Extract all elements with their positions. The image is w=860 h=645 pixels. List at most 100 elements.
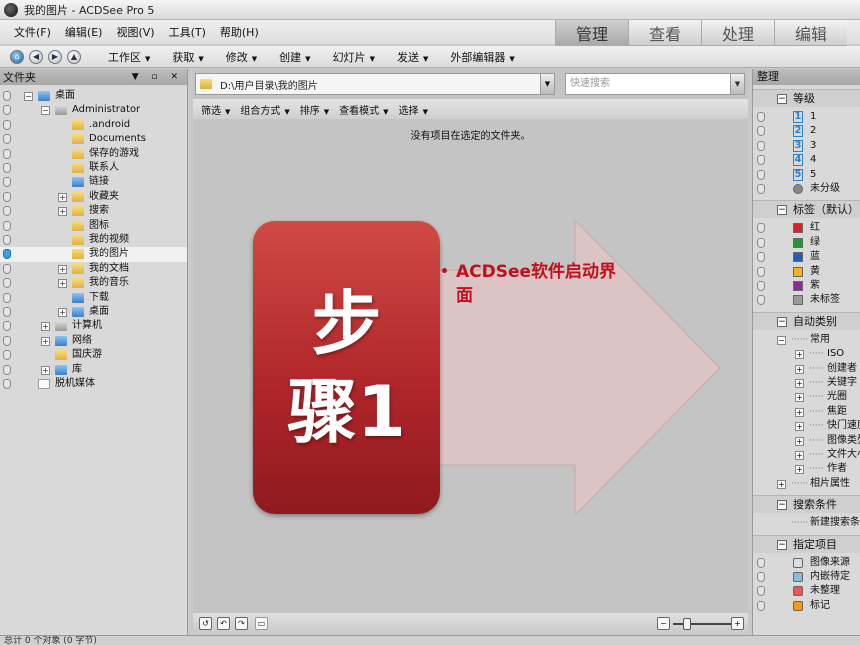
pin-icon[interactable] [3, 235, 11, 245]
folder-tree-row[interactable]: + 搜索 [0, 204, 187, 218]
pin-icon[interactable] [3, 105, 11, 116]
expand-icon[interactable]: + [795, 451, 804, 460]
toolbar-slideshow[interactable]: 幻灯片 ▼ [333, 49, 375, 65]
zoom-out-icon[interactable]: − [657, 617, 670, 630]
collapse-icon[interactable]: − [777, 94, 787, 104]
menu-help[interactable]: 帮助(H) [220, 24, 259, 40]
filter-button[interactable]: 筛选 ▼ [201, 102, 230, 117]
view-mode-button[interactable]: 查看模式 ▼ [339, 102, 388, 117]
special-item[interactable]: 未整理 [753, 584, 860, 598]
forward-icon[interactable]: ▶ [48, 49, 62, 64]
rating-item[interactable]: 33 [753, 139, 860, 153]
rating-item[interactable]: 22 [753, 124, 860, 138]
expand-icon[interactable]: + [58, 308, 67, 317]
tab-manage[interactable]: 管理 [555, 20, 628, 46]
auto-category-item[interactable]: + ····· 创建者 [753, 362, 860, 376]
toolbar-modify[interactable]: 修改 ▼ [226, 49, 257, 65]
auto-group[interactable]: − ······ 常用 [753, 333, 860, 347]
zoom-slider-track[interactable] [673, 623, 731, 625]
rotate-icon[interactable]: ↺ [199, 617, 212, 630]
special-item[interactable]: 内嵌待定 [753, 570, 860, 584]
auto-category-item[interactable]: + ·····快门速度 [753, 419, 860, 433]
group-by-button[interactable]: 组合方式 ▼ [240, 102, 289, 117]
toolbar-send[interactable]: 发送 ▼ [397, 49, 428, 65]
color-label-item[interactable]: 未标签 [753, 293, 860, 307]
color-label-item[interactable]: 紫 [753, 279, 860, 293]
folder-tree-row[interactable]: 脱机媒体 [0, 377, 187, 391]
home-icon[interactable]: ⌂ [10, 49, 24, 64]
section-auto-categories[interactable]: − 自动类别 [753, 311, 860, 330]
auto-category-item[interactable]: + ····· ISO [753, 347, 860, 361]
pin-icon[interactable] [3, 191, 11, 202]
folder-tree-row[interactable]: 国庆游 [0, 348, 187, 362]
pin-icon[interactable] [3, 119, 11, 130]
pin-icon[interactable] [3, 163, 11, 173]
rating-item[interactable]: 44 [753, 153, 860, 167]
section-special-items[interactable]: − 指定项目 [753, 534, 860, 553]
expand-icon[interactable]: + [58, 207, 67, 217]
special-item[interactable]: 图像来源 [753, 556, 860, 570]
special-item[interactable]: 标记 [753, 599, 860, 613]
pin-icon[interactable] [757, 223, 765, 234]
rating-item[interactable]: 11 [753, 110, 860, 124]
tab-edit[interactable]: 编辑 [774, 20, 847, 46]
section-saved-searches[interactable]: − 搜索条件 [753, 495, 860, 514]
sort-button[interactable]: 排序 ▼ [300, 102, 329, 117]
pin-icon[interactable] [757, 237, 765, 248]
pin-icon[interactable] [757, 281, 765, 291]
auto-category-item[interactable]: + ····· 关键字 [753, 376, 860, 390]
pin-icon[interactable] [3, 220, 11, 231]
expand-icon[interactable]: + [795, 465, 804, 475]
toolbar-external-editor[interactable]: 外部编辑器 ▼ [450, 49, 514, 65]
menu-view[interactable]: 视图(V) [116, 24, 154, 40]
panel-controls-icon[interactable]: ▼ ▫ ✕ [132, 72, 183, 82]
collapse-icon[interactable]: − [777, 335, 786, 345]
pin-icon[interactable] [3, 335, 11, 346]
expand-icon[interactable]: + [795, 379, 804, 388]
pin-icon[interactable] [757, 126, 765, 137]
pin-icon[interactable] [757, 266, 765, 277]
folder-tree-row[interactable]: 链接 [0, 175, 187, 189]
expand-icon[interactable]: + [41, 322, 50, 332]
collapse-icon[interactable]: − [777, 316, 787, 327]
undo-icon[interactable]: ↶ [217, 617, 230, 630]
folder-tree-row[interactable]: + 我的文档 [0, 262, 187, 276]
expand-icon[interactable]: + [41, 336, 50, 346]
folder-tree-row[interactable]: Documents [0, 132, 187, 146]
pin-icon[interactable] [3, 307, 11, 317]
rating-item[interactable]: 55 [753, 168, 860, 182]
chevron-down-icon[interactable]: ▼ [730, 74, 744, 94]
folder-tree-row[interactable]: 联系人 [0, 161, 187, 175]
pin-icon[interactable] [3, 249, 11, 260]
auto-category-item[interactable]: + ·····文件大小 [753, 448, 860, 462]
auto-category-item[interactable]: + ·····图像类型 [753, 434, 860, 448]
tab-process[interactable]: 处理 [701, 20, 774, 46]
auto-category-item[interactable]: + ····· 作者 [753, 462, 860, 476]
tab-view[interactable]: 查看 [628, 20, 701, 46]
rating-item-unrated[interactable]: 未分级 [753, 182, 860, 196]
folder-tree-row[interactable]: + 库 [0, 363, 187, 377]
toolbar-workspace[interactable]: 工作区 ▼ [108, 49, 150, 65]
folder-tree-row[interactable]: + 我的音乐 [0, 276, 187, 290]
pin-icon[interactable] [757, 169, 765, 180]
pin-icon[interactable] [757, 572, 765, 582]
auto-category-item[interactable]: + ····· 焦距 [753, 405, 860, 419]
pin-icon[interactable] [757, 557, 765, 568]
pin-icon[interactable] [757, 112, 765, 122]
pin-icon[interactable] [3, 364, 11, 375]
pin-icon[interactable] [3, 350, 11, 361]
collapse-icon[interactable]: − [777, 500, 787, 511]
menu-tools[interactable]: 工具(T) [169, 24, 206, 40]
collapse-icon[interactable]: − [41, 106, 50, 116]
menu-file[interactable]: 文件(F) [14, 24, 51, 40]
auto-category-item[interactable]: + ····· 光圈 [753, 390, 860, 404]
folder-tree-row[interactable]: − 桌面 [0, 89, 187, 103]
pin-icon[interactable] [757, 155, 765, 166]
expand-icon[interactable]: + [777, 479, 786, 489]
folder-tree-row[interactable]: .android [0, 118, 187, 132]
pin-icon[interactable] [757, 586, 765, 597]
photo-properties[interactable]: + ······ 相片属性 [753, 477, 860, 491]
color-label-item[interactable]: 红 [753, 221, 860, 235]
pin-icon[interactable] [3, 321, 11, 332]
collapse-icon[interactable]: − [777, 205, 787, 216]
